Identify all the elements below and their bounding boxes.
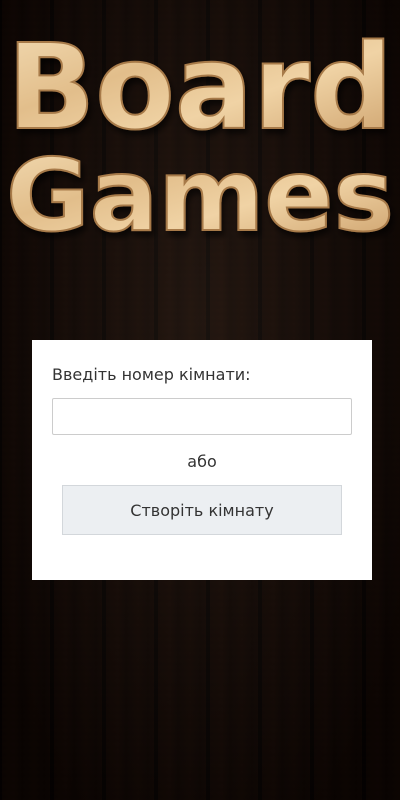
or-separator: або — [187, 452, 217, 471]
room-number-input[interactable] — [52, 398, 352, 435]
logo-text-board: Board — [7, 18, 393, 156]
logo-text-games: Games — [6, 137, 394, 250]
create-room-button[interactable]: Створіть кімнату — [62, 485, 342, 535]
join-room-card: Введіть номер кімнати: або Створіть кімн… — [32, 340, 372, 580]
board-games-logo: Board Games — [0, 0, 400, 250]
room-number-label: Введіть номер кімнати: — [52, 365, 251, 384]
